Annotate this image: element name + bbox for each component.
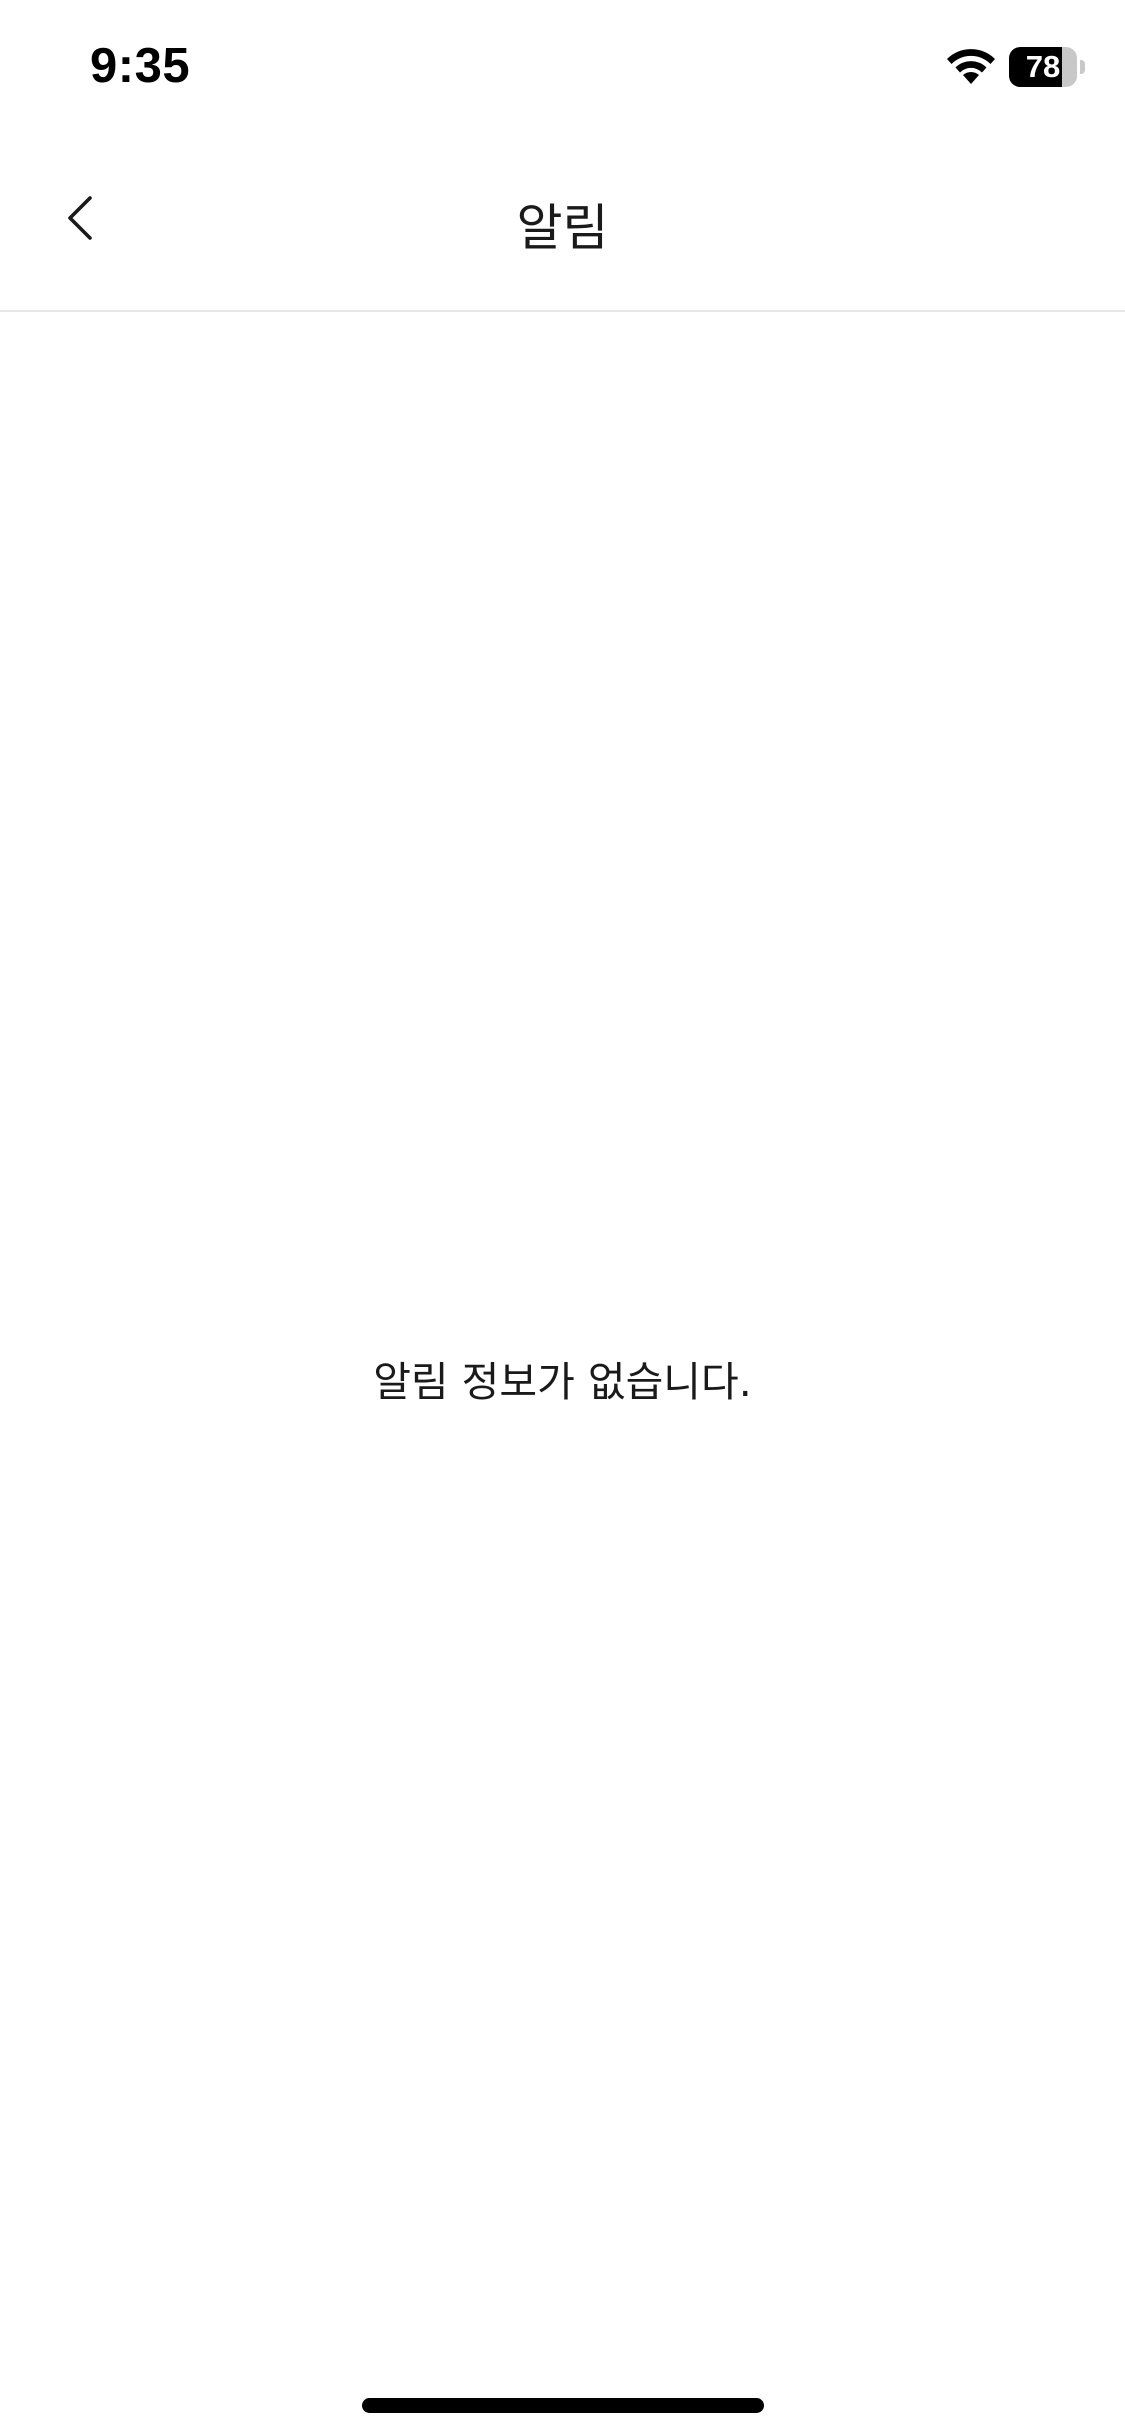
navigation-bar: 알림 xyxy=(0,132,1125,312)
status-time: 9:35 xyxy=(90,39,191,93)
home-indicator[interactable] xyxy=(362,2398,764,2413)
battery-icon: 78 xyxy=(1009,47,1085,87)
battery-level-text: 78 xyxy=(1025,49,1061,84)
wifi-icon xyxy=(947,49,995,84)
empty-state-message: 알림 정보가 없습니다. xyxy=(373,1358,752,1406)
status-bar: 9:35 78 xyxy=(0,0,1125,132)
page-title: 알림 xyxy=(516,199,609,257)
notifications-screen: 9:35 78 알림 알림 정보가 없습니다. xyxy=(0,0,1125,2436)
